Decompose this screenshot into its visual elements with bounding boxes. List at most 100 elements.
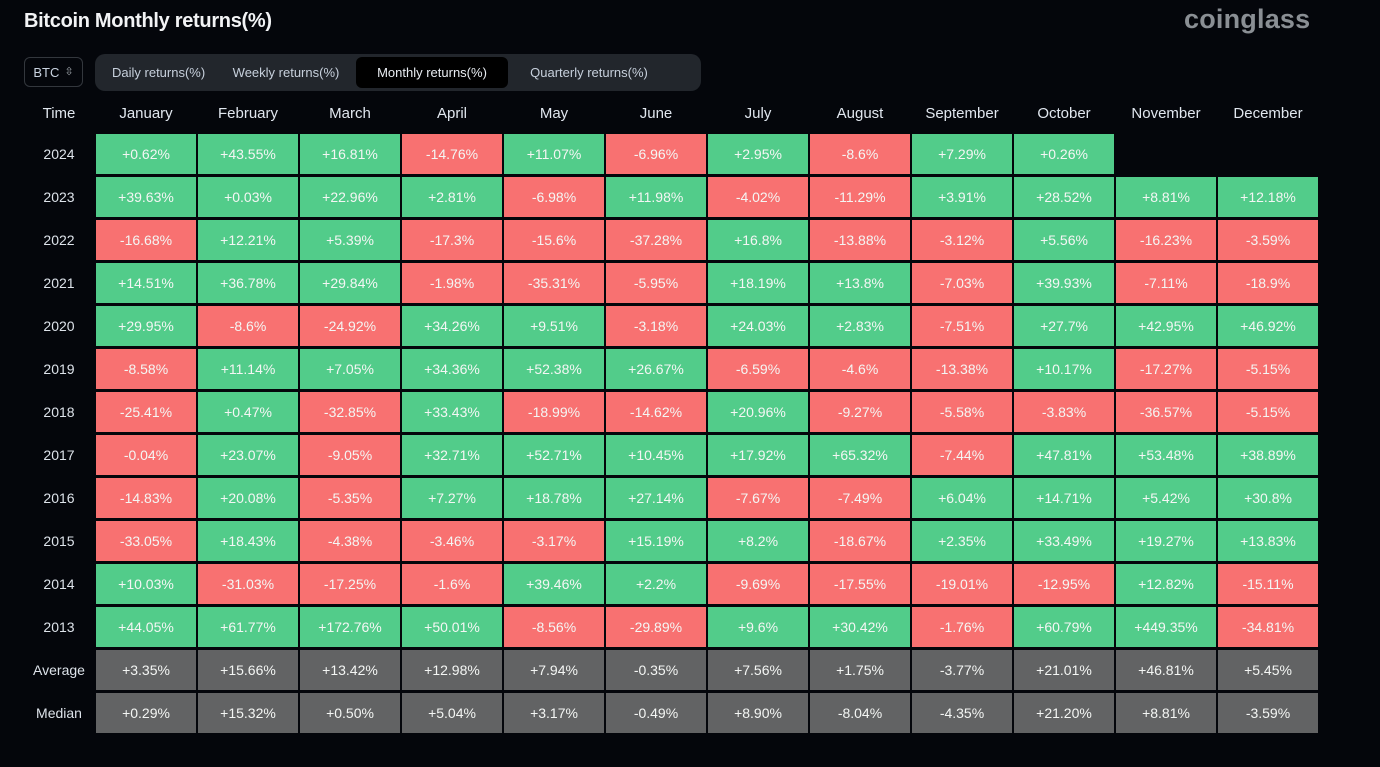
cell-median-july: +8.90%	[708, 693, 808, 733]
cell-2023-october: +28.52%	[1014, 177, 1114, 217]
cell-2018-december: -5.15%	[1218, 392, 1318, 432]
cell-2016-march: -5.35%	[300, 478, 400, 518]
cell-2021-june: -5.95%	[606, 263, 706, 303]
cell-2023-september: +3.91%	[912, 177, 1012, 217]
tab-monthly-returns[interactable]: Monthly returns(%)	[356, 57, 508, 88]
cell-2022-february: +12.21%	[198, 220, 298, 260]
cell-2023-june: +11.98%	[606, 177, 706, 217]
cell-2016-april: +7.27%	[402, 478, 502, 518]
cell-2019-september: -13.38%	[912, 349, 1012, 389]
cell-2013-june: -29.89%	[606, 607, 706, 647]
cell-2020-november: +42.95%	[1116, 306, 1216, 346]
cell-2015-november: +19.27%	[1116, 521, 1216, 561]
cell-2014-february: -31.03%	[198, 564, 298, 604]
cell-2019-may: +52.38%	[504, 349, 604, 389]
cell-2018-july: +20.96%	[708, 392, 808, 432]
row-label-2024: 2024	[43, 146, 75, 162]
row-label-2020: 2020	[43, 318, 75, 334]
cell-median-march: +0.50%	[300, 693, 400, 733]
cell-average-march: +13.42%	[300, 650, 400, 690]
cell-2021-february: +36.78%	[198, 263, 298, 303]
cell-2013-march: +172.76%	[300, 607, 400, 647]
cell-2014-april: -1.6%	[402, 564, 502, 604]
cell-2024-november	[1116, 134, 1216, 174]
cell-2024-september: +7.29%	[912, 134, 1012, 174]
cell-2014-august: -17.55%	[810, 564, 910, 604]
cell-2023-april: +2.81%	[402, 177, 502, 217]
cell-2019-november: -17.27%	[1116, 349, 1216, 389]
cell-2016-august: -7.49%	[810, 478, 910, 518]
cell-2020-may: +9.51%	[504, 306, 604, 346]
cell-2017-september: -7.44%	[912, 435, 1012, 475]
cell-2024-may: +11.07%	[504, 134, 604, 174]
cell-median-may: +3.17%	[504, 693, 604, 733]
column-header-april: April	[436, 104, 467, 122]
cell-median-september: -4.35%	[912, 693, 1012, 733]
cell-2021-november: -7.11%	[1116, 263, 1216, 303]
cell-2023-january: +39.63%	[96, 177, 196, 217]
cell-2014-september: -19.01%	[912, 564, 1012, 604]
cell-2021-august: +13.8%	[810, 263, 910, 303]
cell-2013-december: -34.81%	[1218, 607, 1318, 647]
cell-2020-october: +27.7%	[1014, 306, 1114, 346]
cell-2024-february: +43.55%	[198, 134, 298, 174]
cell-median-april: +5.04%	[402, 693, 502, 733]
cell-2016-october: +14.71%	[1014, 478, 1114, 518]
row-label-2014: 2014	[43, 576, 75, 592]
cell-2016-september: +6.04%	[912, 478, 1012, 518]
row-label-median: Median	[36, 705, 82, 721]
cell-2022-august: -13.88%	[810, 220, 910, 260]
cell-2015-january: -33.05%	[96, 521, 196, 561]
cell-2024-june: -6.96%	[606, 134, 706, 174]
tab-weekly-returns[interactable]: Weekly returns(%)	[216, 57, 356, 88]
cell-2023-july: -4.02%	[708, 177, 808, 217]
cell-2020-march: -24.92%	[300, 306, 400, 346]
cell-2017-january: -0.04%	[96, 435, 196, 475]
cell-2020-august: +2.83%	[810, 306, 910, 346]
cell-2024-august: -8.6%	[810, 134, 910, 174]
cell-2020-september: -7.51%	[912, 306, 1012, 346]
cell-2016-november: +5.42%	[1116, 478, 1216, 518]
cell-average-july: +7.56%	[708, 650, 808, 690]
cell-2017-july: +17.92%	[708, 435, 808, 475]
cell-2017-august: +65.32%	[810, 435, 910, 475]
cell-2024-october: +0.26%	[1014, 134, 1114, 174]
row-label-2022: 2022	[43, 232, 75, 248]
column-header-august: August	[836, 104, 884, 122]
cell-average-january: +3.35%	[96, 650, 196, 690]
cell-2022-april: -17.3%	[402, 220, 502, 260]
cell-2013-august: +30.42%	[810, 607, 910, 647]
cell-2020-february: -8.6%	[198, 306, 298, 346]
cell-2014-december: -15.11%	[1218, 564, 1318, 604]
cell-average-may: +7.94%	[504, 650, 604, 690]
returns-period-tabs: Daily returns(%) Weekly returns(%) Month…	[95, 54, 701, 91]
cell-2022-july: +16.8%	[708, 220, 808, 260]
cell-2022-october: +5.56%	[1014, 220, 1114, 260]
cell-2018-june: -14.62%	[606, 392, 706, 432]
cell-2022-june: -37.28%	[606, 220, 706, 260]
cell-2014-june: +2.2%	[606, 564, 706, 604]
cell-2018-march: -32.85%	[300, 392, 400, 432]
cell-2020-july: +24.03%	[708, 306, 808, 346]
cell-2015-june: +15.19%	[606, 521, 706, 561]
column-header-march: March	[329, 104, 371, 122]
cell-2023-may: -6.98%	[504, 177, 604, 217]
cell-2017-march: -9.05%	[300, 435, 400, 475]
cell-2015-december: +13.83%	[1218, 521, 1318, 561]
cell-2013-april: +50.01%	[402, 607, 502, 647]
row-label-average: Average	[33, 662, 85, 678]
cell-2013-september: -1.76%	[912, 607, 1012, 647]
cell-2024-april: -14.76%	[402, 134, 502, 174]
column-header-september: September	[925, 104, 999, 122]
chevron-updown-icon: ⇳	[64, 65, 74, 78]
cell-median-february: +15.32%	[198, 693, 298, 733]
column-header-february: February	[217, 104, 279, 122]
coin-select[interactable]: BTC ⇳	[24, 57, 83, 87]
cell-2013-october: +60.79%	[1014, 607, 1114, 647]
cell-2018-may: -18.99%	[504, 392, 604, 432]
tab-quarterly-returns[interactable]: Quarterly returns(%)	[508, 57, 670, 88]
cell-2017-february: +23.07%	[198, 435, 298, 475]
tab-daily-returns[interactable]: Daily returns(%)	[98, 57, 216, 88]
cell-2015-march: -4.38%	[300, 521, 400, 561]
cell-2016-june: +27.14%	[606, 478, 706, 518]
